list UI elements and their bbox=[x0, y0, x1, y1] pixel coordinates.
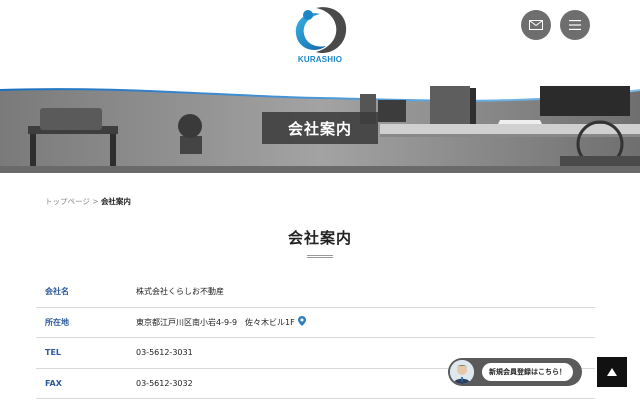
row-value[interactable]: 03-5612-3031 bbox=[136, 348, 193, 357]
breadcrumb-separator: > bbox=[92, 197, 99, 206]
contact-mail-button[interactable] bbox=[521, 10, 551, 40]
breadcrumb-home-link[interactable]: トップページ bbox=[45, 197, 90, 206]
row-value-wrap: 東京都江戸川区南小岩4-9-9 佐々木ビル1F bbox=[136, 316, 306, 328]
row-label: TEL bbox=[45, 348, 62, 358]
row-label: FAX bbox=[45, 378, 62, 388]
logo-mark-icon bbox=[295, 7, 347, 54]
menu-button[interactable] bbox=[560, 10, 590, 40]
cta-label: 新規会員登録はこちら！ bbox=[482, 363, 573, 381]
row-value: 東京都江戸川区南小岩4-9-9 佐々木ビル1F bbox=[136, 317, 295, 327]
staff-avatar bbox=[450, 360, 474, 384]
row-value: 03-5612-3032 bbox=[136, 378, 193, 388]
breadcrumb-current: 会社案内 bbox=[100, 197, 131, 206]
row-value: 株式会社くらしお不動産 bbox=[136, 287, 224, 297]
hamburger-menu-icon bbox=[569, 20, 581, 30]
arrow-up-icon bbox=[607, 368, 617, 376]
member-registration-button[interactable]: 新規会員登録はこちら！ bbox=[448, 358, 582, 386]
table-row-company-name: 会社名 株式会社くらしお不動産 bbox=[36, 277, 595, 308]
breadcrumb: トップページ > 会社案内 bbox=[45, 196, 131, 207]
mail-icon bbox=[529, 20, 543, 30]
map-pin-icon[interactable] bbox=[297, 316, 306, 328]
back-to-top-button[interactable] bbox=[597, 357, 627, 387]
logo-text: KURASHIO bbox=[297, 55, 343, 64]
page-title: 会社案内 bbox=[287, 229, 352, 247]
hero-title: 会社案内 bbox=[262, 112, 378, 144]
title-underline bbox=[307, 255, 333, 258]
table-row-address: 所在地 東京都江戸川区南小岩4-9-9 佐々木ビル1F bbox=[36, 308, 595, 338]
site-header: KURASHIO bbox=[0, 0, 640, 88]
row-label: 所在地 bbox=[45, 317, 69, 327]
row-label: 会社名 bbox=[45, 287, 69, 297]
